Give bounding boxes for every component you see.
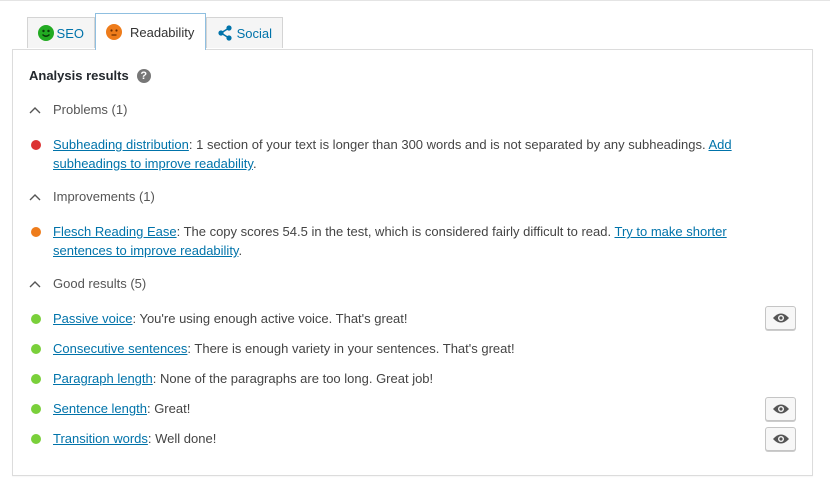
eye-icon — [772, 313, 789, 323]
section-good-results-toggle[interactable]: Good results (5) — [29, 276, 146, 291]
result-link[interactable]: Flesch Reading Ease — [53, 224, 177, 239]
good-bullet — [31, 374, 41, 384]
eye-icon — [772, 434, 789, 444]
tab-social[interactable]: Social — [206, 17, 283, 48]
result-description: : There is enough variety in your senten… — [187, 341, 515, 356]
result-item: Paragraph length: None of the paragraphs… — [29, 369, 779, 388]
chevron-up-icon — [29, 280, 41, 287]
result-text: Consecutive sentences: There is enough v… — [53, 339, 779, 358]
help-icon[interactable]: ? — [136, 68, 151, 83]
section-problems-toggle[interactable]: Problems (1) — [29, 102, 127, 117]
tab-seo-label: SEO — [56, 25, 84, 41]
result-item: Flesch Reading Ease: The copy scores 54.… — [29, 222, 779, 260]
analysis-title: Analysis results — [29, 68, 129, 83]
problem-bullet — [31, 140, 41, 150]
eye-icon — [772, 404, 789, 414]
good-bullet — [31, 344, 41, 354]
result-item: Consecutive sentences: There is enough v… — [29, 339, 779, 358]
smiley-face-icon — [38, 25, 54, 41]
result-link[interactable]: Transition words — [53, 431, 148, 446]
result-link[interactable]: Consecutive sentences — [53, 341, 187, 356]
result-link[interactable]: Passive voice — [53, 311, 132, 326]
tab-readability[interactable]: Readability — [95, 13, 206, 50]
result-text: Subheading distribution: 1 section of yo… — [53, 135, 779, 173]
section-improvements-label: Improvements (1) — [53, 189, 155, 204]
improvement-bullet — [31, 227, 41, 237]
result-text: Flesch Reading Ease: The copy scores 54.… — [53, 222, 779, 260]
result-item: Passive voice: You're using enough activ… — [29, 309, 779, 328]
result-description: : You're using enough active voice. That… — [132, 311, 408, 326]
analysis-heading: Analysis results ? — [29, 68, 151, 83]
chevron-up-icon — [29, 106, 41, 113]
neutral-face-icon — [106, 24, 122, 40]
tab-seo[interactable]: SEO — [27, 17, 95, 48]
result-description: : The copy scores 54.5 in the test, whic… — [176, 224, 615, 239]
chevron-up-icon — [29, 193, 41, 200]
result-text: Sentence length: Great! — [53, 399, 779, 418]
top-divider — [0, 0, 830, 1]
result-link[interactable]: Sentence length — [53, 401, 147, 416]
result-text: Paragraph length: None of the paragraphs… — [53, 369, 779, 388]
highlight-passive-voice-button[interactable] — [765, 306, 796, 330]
section-problems-label: Problems (1) — [53, 102, 128, 117]
good-bullet — [31, 314, 41, 324]
result-item: Transition words: Well done! — [29, 429, 779, 448]
tab-readability-label: Readability — [130, 24, 195, 40]
section-good-results-label: Good results (5) — [53, 276, 147, 291]
tab-social-label: Social — [236, 25, 272, 41]
good-bullet — [31, 434, 41, 444]
share-icon — [217, 25, 232, 41]
analysis-panel: Analysis results ? Problems (1) Subheadi… — [12, 49, 813, 476]
result-description: : None of the paragraphs are too long. G… — [152, 371, 434, 386]
result-item: Subheading distribution: 1 section of yo… — [29, 135, 779, 173]
result-link[interactable]: Subheading distribution — [53, 137, 189, 152]
result-suffix: . — [252, 156, 257, 171]
result-link[interactable]: Paragraph length — [53, 371, 153, 386]
result-description: : Great! — [146, 401, 191, 416]
result-suffix: . — [238, 243, 243, 258]
highlight-sentence-length-button[interactable] — [765, 397, 796, 421]
result-description: : Well done! — [147, 431, 217, 446]
result-text: Transition words: Well done! — [53, 429, 779, 448]
section-improvements-toggle[interactable]: Improvements (1) — [29, 189, 155, 204]
highlight-transition-words-button[interactable] — [765, 427, 796, 451]
result-text: Passive voice: You're using enough activ… — [53, 309, 779, 328]
result-description: : 1 section of your text is longer than … — [188, 137, 709, 152]
good-bullet — [31, 404, 41, 414]
result-item: Sentence length: Great! — [29, 399, 779, 418]
